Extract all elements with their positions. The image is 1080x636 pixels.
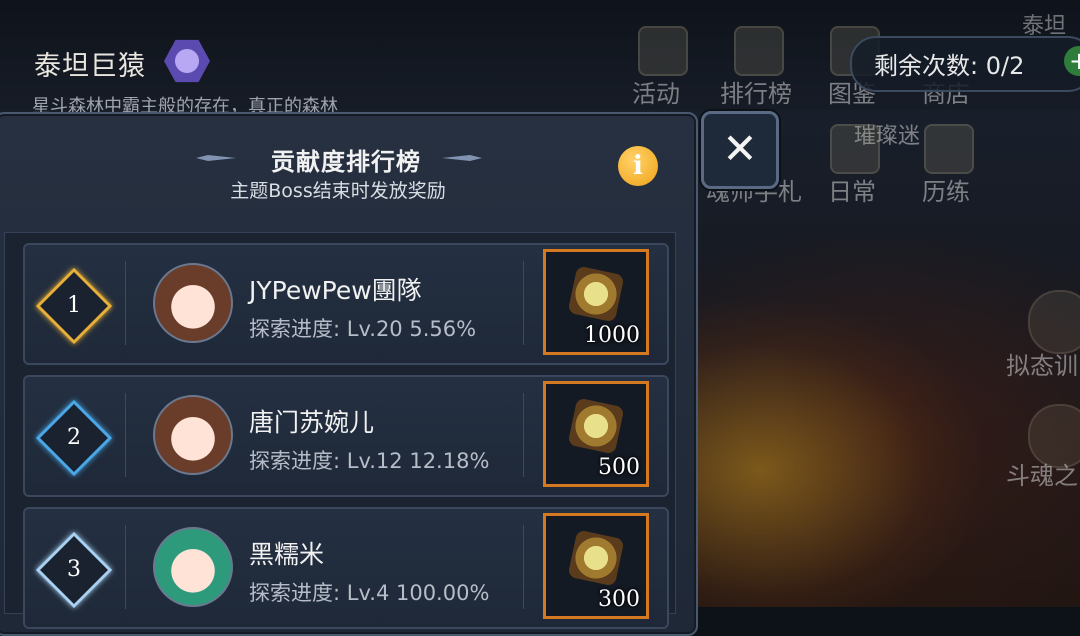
avatar[interactable] (153, 263, 233, 343)
right-menu-mimic-training[interactable]: 拟态训 (1006, 346, 1078, 381)
row-divider (523, 393, 524, 477)
row-divider (125, 261, 126, 345)
row-divider (523, 525, 524, 609)
menu-activity[interactable]: 活动 (632, 74, 680, 109)
reward-token-icon (567, 265, 625, 323)
activity-icon[interactable] (638, 26, 688, 76)
row-divider (125, 525, 126, 609)
ranking-row[interactable]: 1 JYPewPew團隊 探索进度: Lv.20 5.56% 1000 (23, 243, 669, 365)
boss-name: 泰坦巨猿 (34, 51, 146, 82)
avatar[interactable] (153, 527, 233, 607)
mimic-training-icon[interactable] (1028, 290, 1080, 354)
info-icon[interactable]: i (618, 146, 658, 186)
trial-icon[interactable] (924, 124, 974, 174)
menu-daily[interactable]: 日常 (828, 172, 876, 207)
row-divider (125, 393, 126, 477)
panel-subtitle: 主题Boss结束时发放奖励 (230, 180, 446, 202)
rank-badge-icon: 2 (35, 399, 113, 477)
row-divider (523, 261, 524, 345)
ranking-row[interactable]: 2 唐门苏婉儿 探索进度: Lv.12 12.18% 500 (23, 375, 669, 497)
ranking-row[interactable]: 3 黑糯米 探索进度: Lv.4 100.00% 300 (23, 507, 669, 629)
player-name: JYPewPew團隊 (249, 276, 422, 305)
rank-badge-icon: 3 (35, 531, 113, 609)
reward-amount: 500 (598, 455, 640, 480)
close-button[interactable]: ✕ (701, 111, 779, 189)
menu-leaderboard[interactable]: 排行榜 (720, 74, 792, 109)
player-progress: 探索进度: Lv.12 12.18% (249, 449, 490, 473)
panel-title: 贡献度排行榜 (271, 148, 421, 176)
reward-slot[interactable]: 500 (543, 381, 649, 487)
reward-amount: 300 (598, 587, 640, 612)
ranking-list[interactable]: 1 JYPewPew團隊 探索进度: Lv.20 5.56% 1000 2 唐门… (4, 232, 676, 629)
right-menu-soul-battle[interactable]: 斗魂之 (1006, 456, 1078, 491)
player-name: 黑糯米 (249, 540, 325, 569)
daily-icon[interactable] (830, 124, 880, 174)
rank-badge-icon: 1 (35, 267, 113, 345)
reward-slot[interactable]: 300 (543, 513, 649, 619)
menu-trial[interactable]: 历练 (922, 172, 970, 207)
trophy-icon[interactable] (734, 26, 784, 76)
player-progress: 探索进度: Lv.20 5.56% (249, 317, 477, 341)
avatar[interactable] (153, 395, 233, 475)
player-name: 唐门苏婉儿 (249, 408, 375, 437)
reward-slot[interactable]: 1000 (543, 249, 649, 355)
reward-token-icon (567, 397, 625, 455)
player-progress: 探索进度: Lv.4 100.00% (249, 581, 490, 605)
reward-token-icon (567, 529, 625, 587)
reward-amount: 1000 (584, 323, 640, 348)
remaining-attempts: 剩余次数: 0/2 (874, 52, 1025, 80)
